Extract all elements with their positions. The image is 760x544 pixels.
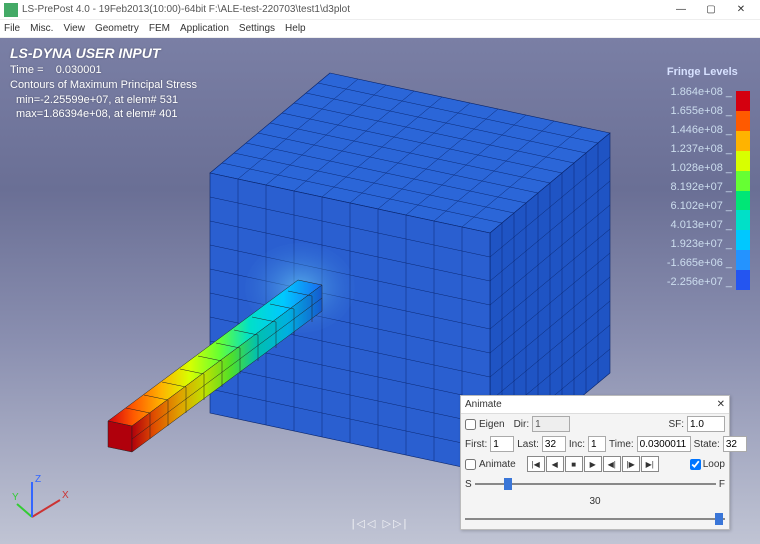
minimize-button[interactable]: — xyxy=(666,4,696,15)
state-label: State: xyxy=(694,439,720,450)
time-field[interactable] xyxy=(637,436,691,452)
fringe-level: -2.256e+07 _ xyxy=(667,272,736,291)
menu-misc[interactable]: Misc. xyxy=(30,23,53,34)
inc-label: Inc: xyxy=(569,439,585,450)
eigen-label: Eigen xyxy=(479,419,505,430)
svg-text:Z: Z xyxy=(35,474,41,485)
frame-slider[interactable] xyxy=(465,511,725,527)
play-reverse-button[interactable]: ◀ xyxy=(546,456,564,472)
animate-checkbox[interactable] xyxy=(465,459,476,470)
inc-field[interactable] xyxy=(588,436,606,452)
loop-checkbox[interactable] xyxy=(690,459,701,470)
fringe-level: 8.192e+07 _ xyxy=(667,177,736,196)
close-button[interactable]: ✕ xyxy=(726,4,756,15)
eigen-checkbox[interactable] xyxy=(465,419,476,430)
fringe-level: 1.446e+08 _ xyxy=(667,120,736,139)
overlay-time: Time = 0.030001 xyxy=(10,63,197,78)
dir-field xyxy=(532,416,570,432)
playback-indicator: |◁◁ ▷▷| xyxy=(352,517,409,530)
first-label: First: xyxy=(465,439,487,450)
play-forward-button[interactable]: ▶ xyxy=(584,456,602,472)
last-label: Last: xyxy=(517,439,539,450)
fringe-level: 1.655e+08 _ xyxy=(667,101,736,120)
overlay-min: min=-2.25599e+07, at elem# 531 xyxy=(16,93,197,108)
menu-fem[interactable]: FEM xyxy=(149,23,170,34)
overlay-contour-type: Contours of Maximum Principal Stress xyxy=(10,78,197,93)
dir-label: Dir: xyxy=(514,419,530,430)
maximize-button[interactable]: ▢ xyxy=(696,4,726,15)
app-icon xyxy=(4,3,18,17)
menu-settings[interactable]: Settings xyxy=(239,23,275,34)
fringe-title: Fringe Levels xyxy=(667,66,750,78)
speed-value: 30 xyxy=(589,496,600,507)
step-forward-button[interactable]: |▶ xyxy=(622,456,640,472)
fringe-level: 1.028e+08 _ xyxy=(667,158,736,177)
speed-slider[interactable] xyxy=(475,476,716,492)
animate-panel-title: Animate xyxy=(465,399,502,410)
speed-f-label: F xyxy=(719,479,725,490)
animate-close-icon[interactable]: ✕ xyxy=(717,399,725,410)
app-window: LS-PrePost 4.0 - 19Feb2013(10:00)-64bit … xyxy=(0,0,760,544)
state-field[interactable] xyxy=(723,436,747,452)
first-field[interactable] xyxy=(490,436,514,452)
window-title: LS-PrePost 4.0 - 19Feb2013(10:00)-64bit … xyxy=(22,4,350,15)
svg-text:X: X xyxy=(62,490,69,501)
menu-file[interactable]: File xyxy=(4,23,20,34)
fringe-level: -1.665e+06 _ xyxy=(667,253,736,272)
menu-application[interactable]: Application xyxy=(180,23,229,34)
svg-text:Y: Y xyxy=(12,492,19,503)
axis-triad: X Y Z xyxy=(12,472,72,532)
fringe-colorbar xyxy=(736,91,750,290)
fringe-level: 4.013e+07 _ xyxy=(667,215,736,234)
titlebar: LS-PrePost 4.0 - 19Feb2013(10:00)-64bit … xyxy=(0,0,760,20)
fringe-level: 1.237e+08 _ xyxy=(667,139,736,158)
menu-view[interactable]: View xyxy=(63,23,85,34)
menubar: File Misc. View Geometry FEM Application… xyxy=(0,20,760,38)
menu-geometry[interactable]: Geometry xyxy=(95,23,139,34)
loop-label: Loop xyxy=(703,459,725,470)
animate-panel: Animate ✕ Eigen Dir: SF: First: Last: In… xyxy=(460,395,730,530)
fringe-legend: Fringe Levels 1.864e+08 _1.655e+08 _1.44… xyxy=(667,66,750,291)
sf-label: SF: xyxy=(668,419,684,430)
animate-label: Animate xyxy=(479,459,516,470)
overlay-title: LS-DYNA USER INPUT xyxy=(10,44,197,63)
stop-button[interactable]: ■ xyxy=(565,456,583,472)
viewport-3d[interactable]: LS-DYNA USER INPUT Time = 0.030001 Conto… xyxy=(0,38,760,544)
step-back-button[interactable]: ◀| xyxy=(603,456,621,472)
first-frame-button[interactable]: |◀ xyxy=(527,456,545,472)
speed-s-label: S xyxy=(465,479,472,490)
time-label: Time: xyxy=(609,439,634,450)
menu-help[interactable]: Help xyxy=(285,23,306,34)
last-frame-button[interactable]: ▶| xyxy=(641,456,659,472)
sf-field[interactable] xyxy=(687,416,725,432)
overlay-max: max=1.86394e+08, at elem# 401 xyxy=(16,107,197,122)
fringe-level: 1.864e+08 _ xyxy=(667,82,736,101)
info-overlay: LS-DYNA USER INPUT Time = 0.030001 Conto… xyxy=(10,44,197,122)
fringe-level: 1.923e+07 _ xyxy=(667,234,736,253)
last-field[interactable] xyxy=(542,436,566,452)
fringe-level: 6.102e+07 _ xyxy=(667,196,736,215)
